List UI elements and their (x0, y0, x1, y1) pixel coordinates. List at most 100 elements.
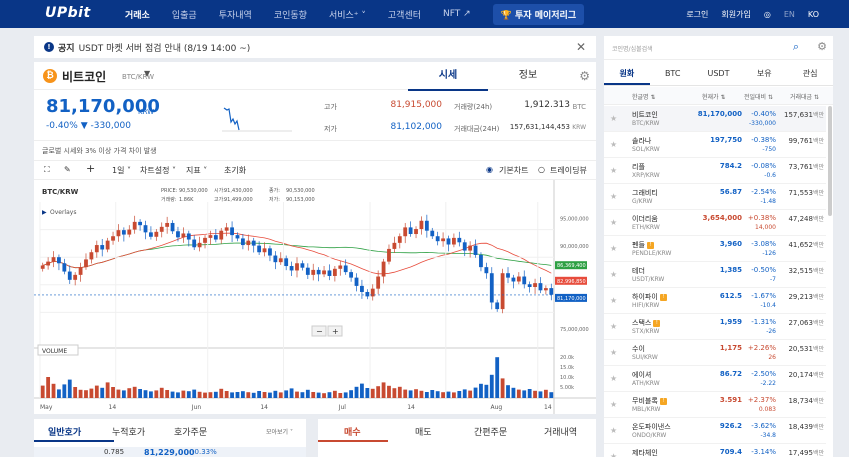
star-icon[interactable]: ★ (610, 192, 617, 201)
star-icon[interactable]: ★ (610, 166, 617, 175)
gear-icon[interactable]: ⚙ (579, 69, 590, 83)
nav-item-3[interactable]: 코인동향 (274, 8, 307, 21)
radio-checked-icon[interactable]: ◉ (486, 165, 493, 174)
tab-general-orderbook[interactable]: 일반호가 (48, 425, 81, 438)
coin-name[interactable]: 솔라나 (632, 136, 651, 146)
tab-sell[interactable]: 매도 (415, 425, 432, 438)
market-row[interactable]: ★ 스택스! STX/KRW 1,959 -1.31% -26 27,063백만 (604, 314, 826, 340)
market-row[interactable]: ★ 수이 SUI/KRW 1,175 +2.26% 26 20,531백만 (604, 340, 826, 366)
star-icon[interactable]: ★ (610, 270, 617, 279)
star-icon[interactable]: ★ (610, 218, 617, 227)
coin-name[interactable]: 스택스! (632, 318, 661, 328)
market-row[interactable]: ★ 솔라나 SOL/KRW 197,750 -0.38% -750 99,761백만 (604, 132, 826, 158)
tab-info[interactable]: 정보 (488, 62, 568, 91)
coin-name[interactable]: 하이파이! (632, 292, 667, 302)
major-league-button[interactable]: 🏆 투자 메이저리그 (492, 3, 585, 25)
caret-down-icon[interactable]: ▼ (144, 69, 150, 78)
coin-name[interactable]: 온도파이낸스 (632, 422, 671, 432)
coin-name[interactable]: 무비블록! (632, 396, 667, 406)
nav-item-5[interactable]: 고객센터 (388, 8, 421, 21)
notice-banner[interactable]: ! 공지 USDT 마켓 서버 점검 안내 (8/19 14:00 ~) ✕ (34, 36, 596, 58)
basic-chart-option[interactable]: 기본차트 (499, 165, 528, 176)
fullscreen-icon[interactable]: ⛶ (44, 165, 50, 175)
coin-name[interactable]: 리플 (632, 162, 645, 172)
market-row[interactable]: ★ 펜들! PENDLE/KRW 3,960 -3.08% -126 41,652백만 (604, 236, 826, 262)
market-tab-3[interactable]: 보유 (741, 64, 787, 85)
coin-name[interactable]: 비트코인 (632, 110, 658, 120)
col-change[interactable]: 전일대비 ⇅ (744, 92, 773, 101)
tab-cumulative-orderbook[interactable]: 누적호가 (112, 425, 145, 438)
overlays-toggle[interactable]: Overlays (50, 209, 76, 216)
upbit-logo[interactable]: UPbit (45, 5, 91, 21)
market-row[interactable]: ★ 하이파이! HIFI/KRW 612.5 -1.67% -10.4 29,213백만 (604, 288, 826, 314)
reset-button[interactable]: 초기화 (224, 165, 246, 176)
nav-item-2[interactable]: 투자내역 (219, 8, 252, 21)
market-row[interactable]: ★ 리플 XRP/KRW 784.2 -0.08% -0.6 73,761백만 (604, 158, 826, 184)
star-icon[interactable]: ★ (610, 374, 617, 383)
lang-ko[interactable]: KO (808, 10, 819, 19)
tab-orderbook-order[interactable]: 호가주문 (174, 425, 207, 438)
notice-text[interactable]: USDT 마켓 서버 점검 안내 (8/19 14:00 ~) (79, 41, 251, 54)
col-name[interactable]: 한글명 ⇅ (632, 92, 656, 101)
candlestick-chart[interactable]: BTC/KRW ▶ Overlays PRICE: 90,530,000 시가:… (34, 180, 596, 414)
market-row[interactable]: ★ 테더 USDT/KRW 1,385 -0.50% -7 32,515백만 (604, 262, 826, 288)
market-row[interactable]: ★ 무비블록! MBL/KRW 3.591 +2.37% 0.083 18,734백만 (604, 392, 826, 418)
market-row[interactable]: ★ 그래비티 G/KRW 56.87 -2.54% -1.48 71,553백만 (604, 184, 826, 210)
col-price[interactable]: 현재가 ⇅ (702, 92, 726, 101)
search-input[interactable]: 코인명/심볼검색 (612, 44, 653, 53)
search-icon[interactable]: ⌕ (793, 40, 799, 54)
overlays-caret-icon[interactable]: ▶ (42, 209, 47, 216)
nav-item-1[interactable]: 입출금 (172, 8, 197, 21)
nav-item-6[interactable]: NFT ↗ (443, 9, 471, 19)
tab-buy[interactable]: 매수 (344, 425, 361, 438)
star-icon[interactable]: ★ (610, 322, 617, 331)
signup-link[interactable]: 회원가입 (721, 9, 750, 20)
market-tab-2[interactable]: USDT (696, 64, 742, 85)
coin-name[interactable]: 테더 (632, 266, 645, 276)
star-icon[interactable]: ★ (610, 400, 617, 409)
coin-search[interactable]: 코인명/심볼검색 ⌕ ⚙ (604, 36, 833, 60)
coin-name[interactable]: 수이 (632, 344, 645, 354)
tab-trade-history[interactable]: 거래내역 (544, 425, 577, 438)
coin-name[interactable]: 에이셔 (632, 370, 651, 380)
tab-simple-order[interactable]: 간편주문 (474, 425, 507, 438)
star-icon[interactable]: ★ (610, 244, 617, 253)
coin-name[interactable]: 이더리움 (632, 214, 658, 224)
market-row[interactable]: ★ 비트코인 BTC/KRW 81,170,000 -0.40% -330,000 157,… (604, 106, 826, 132)
market-tab-4[interactable]: 관심 (787, 64, 833, 85)
lang-en[interactable]: EN (784, 10, 795, 19)
chart-settings-menu[interactable]: 차트설정 ˅ (140, 165, 176, 176)
coin-name[interactable]: 펜들! (632, 240, 654, 250)
crosshair-icon[interactable]: + (86, 162, 95, 175)
tradingview-option[interactable]: 트레이딩뷰 (550, 165, 587, 176)
star-icon[interactable]: ★ (610, 140, 617, 149)
market-row[interactable]: ★ 에이셔 ATH/KRW 86.72 -2.50% -2.22 20,174백만 (604, 366, 826, 392)
pencil-icon[interactable]: ✎ (64, 165, 71, 174)
coin-name[interactable]: 비트코인 (62, 68, 106, 85)
indicators-menu[interactable]: 지표 ˅ (186, 165, 207, 176)
market-tab-1[interactable]: BTC (650, 64, 696, 85)
orderbook-row[interactable]: 0.785 81,229,000 -0.33% (34, 447, 306, 457)
star-icon[interactable]: ★ (610, 426, 617, 435)
radio-icon[interactable]: ○ (538, 165, 545, 174)
login-link[interactable]: 로그인 (686, 9, 708, 20)
close-icon[interactable]: ✕ (576, 40, 586, 54)
tab-price[interactable]: 시세 (408, 62, 488, 91)
star-icon[interactable]: ★ (610, 114, 617, 123)
col-volume[interactable]: 거래대금 ⇅ (790, 92, 819, 101)
coin-name[interactable]: 그래비티 (632, 188, 658, 198)
market-tab-0[interactable]: 원화 (604, 64, 650, 85)
market-row[interactable]: ★ 이더리움 ETH/KRW 3,654,000 +0.38% 14,000 47,248백… (604, 210, 826, 236)
star-icon[interactable]: ★ (610, 348, 617, 357)
market-row[interactable]: ★제타체인ZETA/KRW709.4-3.14%-23.017,495백만 (604, 444, 826, 457)
group-view-select[interactable]: 모아보기 ˅ (266, 427, 293, 436)
coin-name[interactable]: 제타체인 (632, 448, 658, 457)
gear-icon[interactable]: ⚙ (817, 40, 827, 53)
market-row[interactable]: ★ 온도파이낸스 ONDO/KRW 926.2 -3.62% -34.8 18,439백만 (604, 418, 826, 444)
star-icon[interactable]: ★ (610, 452, 617, 457)
scrollbar[interactable] (828, 106, 832, 216)
nav-item-4[interactable]: 서비스⁺ ˅ (329, 8, 366, 21)
star-icon[interactable]: ★ (610, 296, 617, 305)
interval-select[interactable]: 1일 ˅ (112, 165, 131, 176)
globe-icon[interactable]: ◎ (764, 10, 771, 19)
